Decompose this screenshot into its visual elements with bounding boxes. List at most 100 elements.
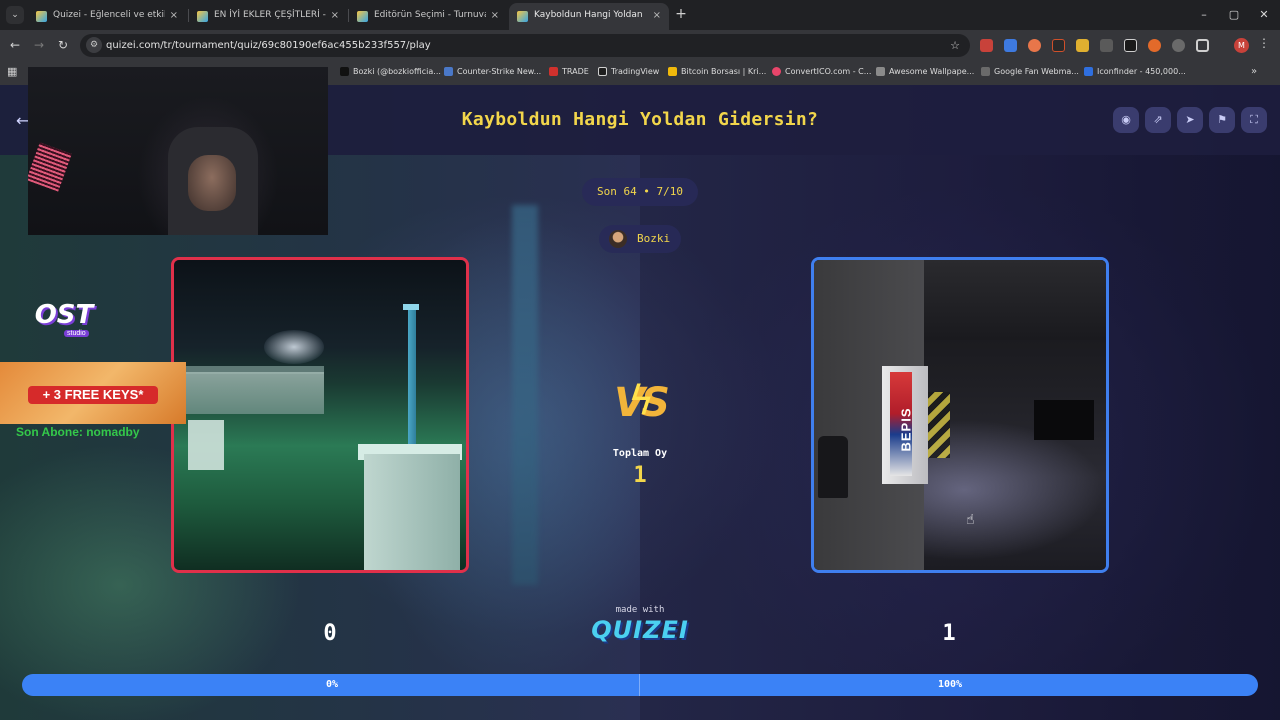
screen: ⌄ Quizei - Eğlenceli ve etkileşimli × EN… [0, 0, 1280, 720]
creator-name: Bozki [637, 232, 671, 245]
close-window-button[interactable]: ✕ [1254, 6, 1274, 24]
extensions-puzzle-icon[interactable] [1196, 39, 1209, 52]
total-votes-value: 1 [633, 463, 647, 488]
browser-toolbar: ← → ↻ ⚙ quizei.com/tr/tournament/quiz/69… [0, 30, 1280, 61]
tab-close-icon[interactable]: × [170, 3, 178, 28]
bookmark-item[interactable]: ConvertICO.com - C... [772, 61, 871, 83]
pillar [364, 454, 460, 570]
bookmark-item[interactable]: Counter-Strike New... [444, 61, 541, 83]
option-card-right[interactable]: BEPIS [811, 257, 1109, 573]
ost-logo-text: OST [34, 300, 94, 330]
left-score: 0 [323, 621, 337, 646]
maximize-button[interactable]: ▢ [1224, 6, 1244, 24]
trade-icon [549, 67, 558, 76]
eye-icon[interactable]: ◉ [1113, 107, 1139, 133]
send-icon[interactable]: ➤ [1177, 107, 1203, 133]
fullscreen-icon[interactable]: ⛶ [1241, 107, 1267, 133]
url-domain: quizei.com [106, 40, 161, 51]
cs-news-icon [444, 67, 453, 76]
bookmark-item[interactable]: TradingView [598, 61, 659, 83]
extension-icon[interactable] [1172, 39, 1185, 52]
free-keys-text: + 3 FREE KEYS* [28, 386, 158, 404]
google-fan-icon [981, 67, 990, 76]
back-icon[interactable]: ← [6, 36, 24, 54]
left-percent: 0% [325, 679, 339, 690]
background-pole [512, 205, 538, 585]
quizei-favicon-icon [517, 11, 528, 22]
apps-grid-icon[interactable]: ▦ [7, 65, 17, 78]
extension-icon[interactable] [980, 39, 993, 52]
more-bookmarks-icon[interactable]: » [1251, 61, 1257, 83]
extension-icon[interactable] [1076, 39, 1089, 52]
creator-badge[interactable]: Bozki [599, 225, 681, 253]
quizei-favicon-icon [36, 11, 47, 22]
bookmark-star-icon[interactable]: ☆ [950, 34, 960, 57]
address-bar[interactable]: ⚙ quizei.com/tr/tournament/quiz/69c80190… [80, 34, 970, 57]
extension-icon[interactable] [1124, 39, 1137, 52]
pole [408, 308, 416, 458]
progress-divider [639, 674, 640, 696]
option-card-left[interactable] [171, 257, 469, 573]
profile-avatar[interactable]: M [1234, 38, 1249, 53]
extension-icon[interactable] [1148, 39, 1161, 52]
flag-icon[interactable]: ⚑ [1209, 107, 1235, 133]
tab-close-icon[interactable]: × [653, 3, 661, 28]
extension-icon[interactable] [1052, 39, 1065, 52]
vending-machine-text: BEPIS [898, 407, 914, 452]
forward-icon[interactable]: → [30, 36, 48, 54]
translate-extension-icon[interactable] [1004, 39, 1017, 52]
tradingview-icon [598, 67, 607, 76]
bookmark-item[interactable]: Iconfinder - 450,000... [1084, 61, 1186, 83]
iconfinder-icon [1084, 67, 1093, 76]
corridor-end [1034, 400, 1094, 440]
wallpaper-icon [876, 67, 885, 76]
extension-icon[interactable] [1028, 39, 1041, 52]
right-percent: 100% [937, 679, 963, 690]
url-text[interactable]: quizei.com/tr/tournament/quiz/69c80190ef… [106, 34, 431, 57]
free-keys-banner: + 3 FREE KEYS* [0, 362, 186, 424]
ost-studio-logo: OST studio [34, 300, 94, 344]
mouse-cursor-icon: ☝ [966, 512, 975, 528]
right-score: 1 [942, 621, 956, 646]
quizei-favicon-icon [197, 11, 208, 22]
tab-tier-list[interactable]: EN İYİ EKLER ÇEŞİTLERİ - Tier Li × [189, 3, 347, 30]
bookmark-item[interactable]: Bozki (@bozkiofficia... [340, 61, 441, 83]
trash-can [818, 436, 848, 498]
ost-logo-sub: studio [64, 330, 89, 337]
vote-progress-bar: 0% 100% [22, 674, 1258, 696]
round-indicator: Son 64 • 7/10 [582, 178, 698, 206]
quizei-favicon-icon [357, 11, 368, 22]
browser-tab-bar: ⌄ Quizei - Eğlenceli ve etkileşimli × EN… [0, 0, 1280, 30]
bookmark-item[interactable]: Google Fan Webma... [981, 61, 1079, 83]
corridor-ceiling [924, 260, 1106, 340]
bookmark-item[interactable]: Awesome Wallpape... [876, 61, 974, 83]
last-subscriber-text: Son Abone: nomadby [16, 425, 140, 439]
building [174, 372, 324, 414]
tab-close-icon[interactable]: × [331, 3, 339, 28]
reload-icon[interactable]: ↻ [54, 36, 72, 54]
browser-menu-icon[interactable]: ⋮ [1258, 36, 1270, 50]
extension-icon[interactable] [1100, 39, 1113, 52]
led-light [28, 142, 72, 192]
bookmark-item[interactable]: TRADE [549, 61, 589, 83]
new-tab-button[interactable]: + [672, 5, 690, 23]
minimize-button[interactable]: – [1194, 6, 1214, 24]
tab-active-quiz[interactable]: Kayboldun Hangi Yoldan Gider × [509, 3, 669, 30]
share-icon[interactable]: ⇗ [1145, 107, 1171, 133]
quizei-logo[interactable]: QUIZEI [570, 616, 710, 644]
tab-quizei[interactable]: Quizei - Eğlenceli ve etkileşimli × [28, 3, 186, 30]
total-votes-label: Toplam Oy [612, 448, 668, 459]
tiktok-icon [340, 67, 349, 76]
dark-corridor-image: BEPIS [814, 260, 1106, 570]
converticon-icon [772, 67, 781, 76]
streamer-webcam [28, 67, 328, 235]
pole-cap [403, 304, 419, 310]
url-path: /tr/tournament/quiz/69c80190ef6ac455b233… [160, 40, 431, 51]
moon [264, 330, 324, 364]
tab-editors-choice[interactable]: Editörün Seçimi - Turnuva - Qu × [349, 3, 507, 30]
site-info-icon[interactable]: ⚙ [86, 37, 102, 53]
tab-search-icon[interactable]: ⌄ [6, 6, 24, 24]
tab-close-icon[interactable]: × [491, 3, 499, 28]
streamer-face [188, 155, 236, 211]
bookmark-item[interactable]: Bitcoin Borsası | Kri... [668, 61, 766, 83]
